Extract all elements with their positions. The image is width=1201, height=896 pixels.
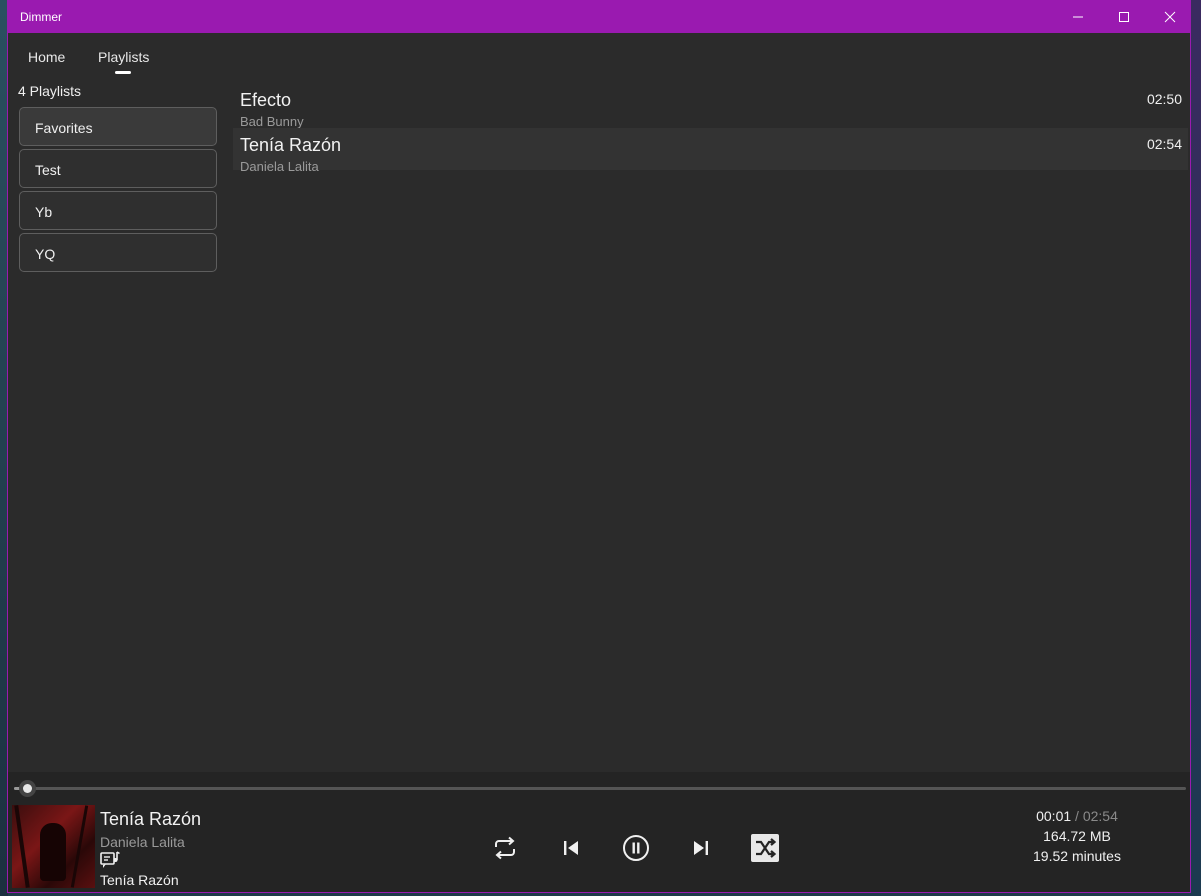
top-navigation: Home Playlists xyxy=(8,33,1190,77)
previous-button[interactable] xyxy=(553,830,589,866)
next-icon xyxy=(694,841,708,855)
minimize-icon xyxy=(1073,16,1083,18)
tab-home[interactable]: Home xyxy=(28,49,65,65)
maximize-button[interactable] xyxy=(1101,1,1147,33)
total-time: / 02:54 xyxy=(1075,808,1118,824)
repeat-icon xyxy=(495,836,515,860)
now-playing-album[interactable]: Tenía Razón xyxy=(100,872,179,888)
close-icon xyxy=(1164,11,1176,23)
desktop-background-right xyxy=(1190,0,1201,896)
minimize-button[interactable] xyxy=(1055,1,1101,33)
window-title: Dimmer xyxy=(20,10,62,24)
playlist-count: 4 Playlists xyxy=(18,83,82,99)
playback-time: 00:01 / 02:54 xyxy=(1008,808,1146,824)
playlist-item-yb[interactable]: Yb xyxy=(19,191,217,230)
playlist-item-test[interactable]: Test xyxy=(19,149,217,188)
player-bar: Tenía Razón Daniela Lalita Tenía Razón 0… xyxy=(8,772,1190,892)
now-playing-artist[interactable]: Daniela Lalita xyxy=(100,834,185,850)
song-title: Tenía Razón xyxy=(240,135,342,155)
title-bar[interactable]: Dimmer xyxy=(8,1,1190,33)
playlist-item-label: Test xyxy=(35,162,61,178)
shuffle-button[interactable] xyxy=(747,830,783,866)
now-playing-title: Tenía Razón xyxy=(100,809,202,829)
previous-icon xyxy=(564,841,578,855)
app-window: Dimmer Home Playlists 4 Playlists Favori… xyxy=(7,0,1191,893)
file-size: 164.72 MB xyxy=(1043,828,1111,844)
cover-art-detail xyxy=(14,805,30,888)
seek-bar-track[interactable] xyxy=(14,787,1186,790)
song-row[interactable]: Efecto Bad Bunny 02:50 xyxy=(233,83,1188,129)
close-button[interactable] xyxy=(1147,1,1190,33)
tab-playlists[interactable]: Playlists xyxy=(98,49,149,65)
pause-button[interactable] xyxy=(618,830,654,866)
playlist-duration: 19.52 minutes xyxy=(1033,848,1121,864)
playlist-item-label: Yb xyxy=(35,204,53,220)
elapsed-time: 00:01 xyxy=(1036,808,1072,824)
maximize-icon xyxy=(1119,12,1129,22)
song-duration: 02:50 xyxy=(1146,91,1182,107)
cover-art-detail xyxy=(70,805,89,888)
song-duration: 02:54 xyxy=(1146,136,1182,152)
lyrics-icon[interactable] xyxy=(100,851,120,869)
active-tab-indicator xyxy=(115,71,131,74)
pause-icon xyxy=(623,835,649,861)
playlist-item-label: YQ xyxy=(35,246,56,262)
song-artist: Daniela Lalita xyxy=(240,159,319,174)
song-row[interactable]: Tenía Razón Daniela Lalita 02:54 xyxy=(233,128,1188,174)
playlist-item-yq[interactable]: YQ xyxy=(19,233,217,272)
song-artist: Bad Bunny xyxy=(240,114,304,129)
playlist-item-favorites[interactable]: Favorites xyxy=(19,107,217,146)
seek-bar-thumb[interactable] xyxy=(19,780,36,797)
playlist-item-label: Favorites xyxy=(35,120,93,136)
next-button[interactable] xyxy=(683,830,719,866)
song-title: Efecto xyxy=(240,90,292,110)
album-cover xyxy=(12,805,95,888)
shuffle-icon xyxy=(751,834,779,862)
cover-art-figure xyxy=(40,823,66,881)
repeat-button[interactable] xyxy=(487,830,523,866)
